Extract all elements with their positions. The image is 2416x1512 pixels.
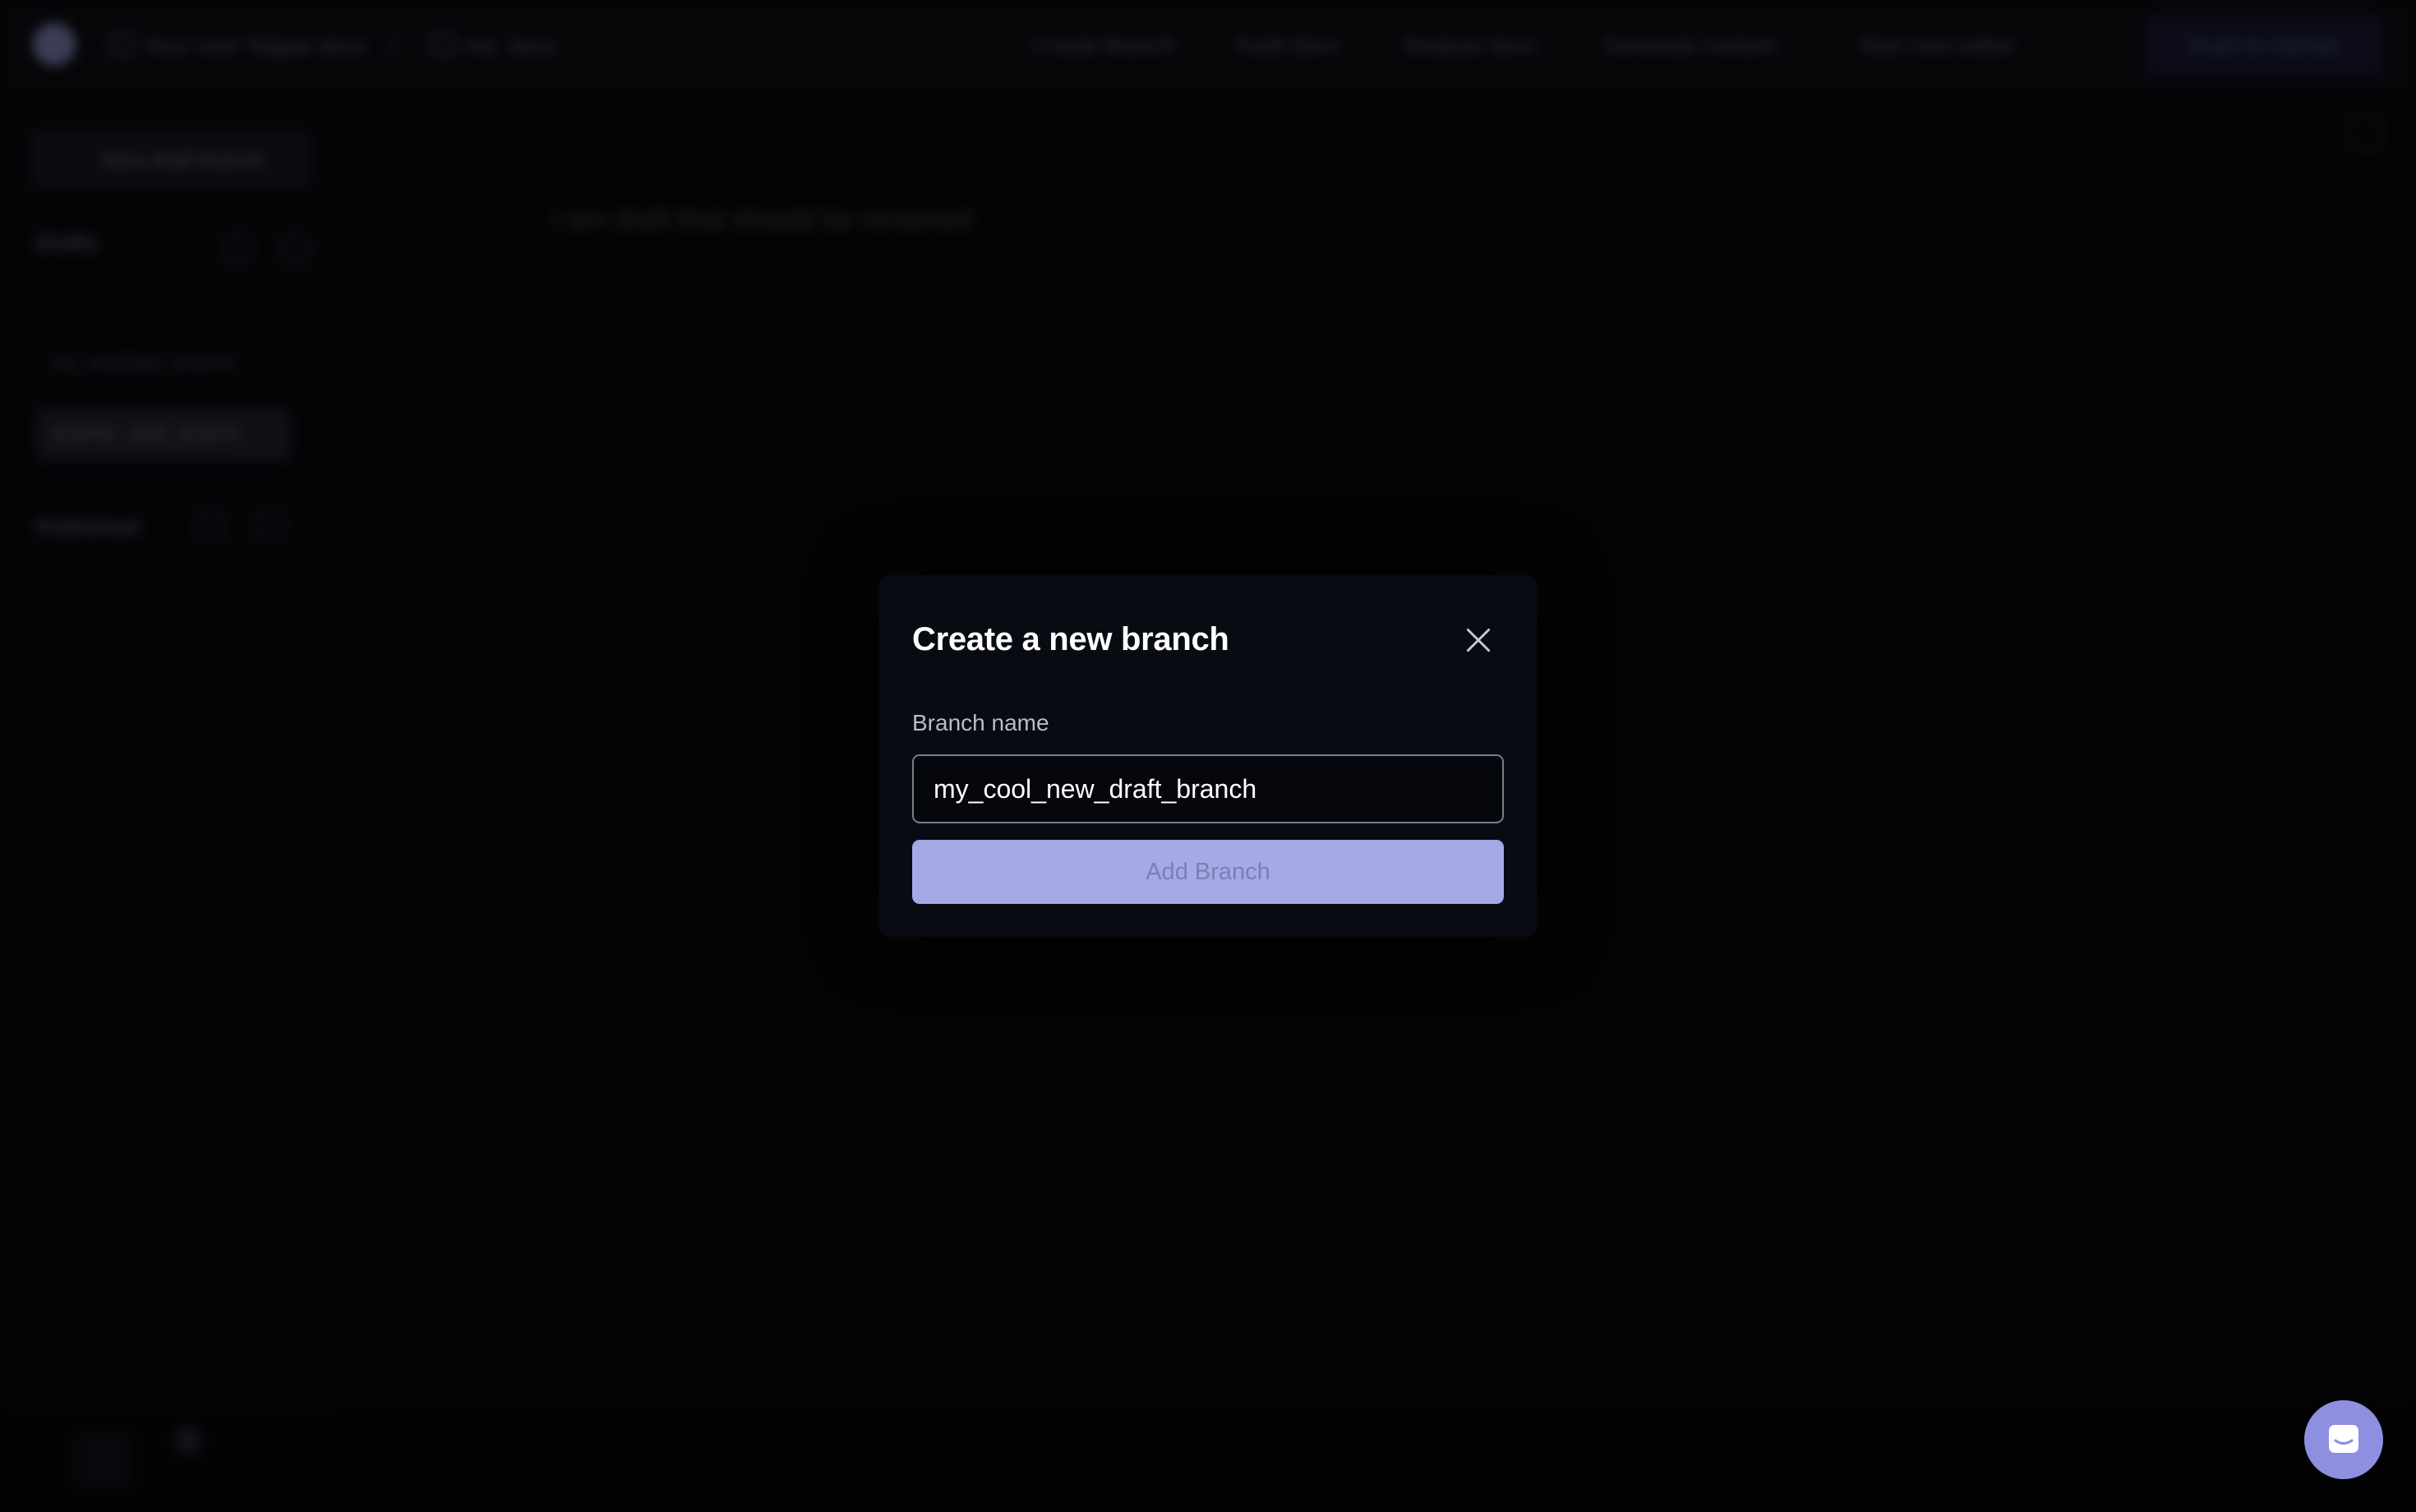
chat-bubble-icon [2329,1425,2358,1453]
dialog-title: Create a new branch [912,621,1229,657]
close-icon [1466,628,1491,652]
close-button[interactable] [1463,625,1494,656]
branch-name-input[interactable] [912,754,1504,823]
app-window: Your new Tolgee docs / md. docs Create B… [0,0,2416,1512]
branch-name-label: Branch name [912,710,1049,735]
create-branch-dialog: Create a new branch Branch name Add Bran… [879,575,1537,937]
add-branch-button[interactable]: Add Branch [912,840,1504,904]
chat-launcher-button[interactable] [2304,1400,2383,1479]
